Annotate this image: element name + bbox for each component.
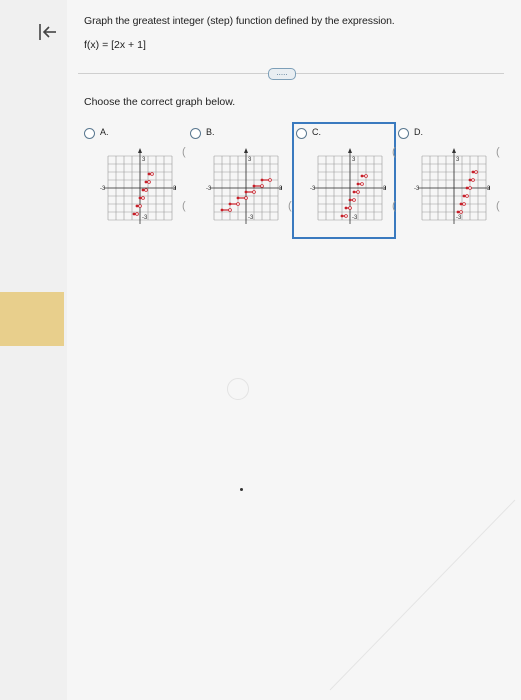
- glare-line: [329, 499, 516, 691]
